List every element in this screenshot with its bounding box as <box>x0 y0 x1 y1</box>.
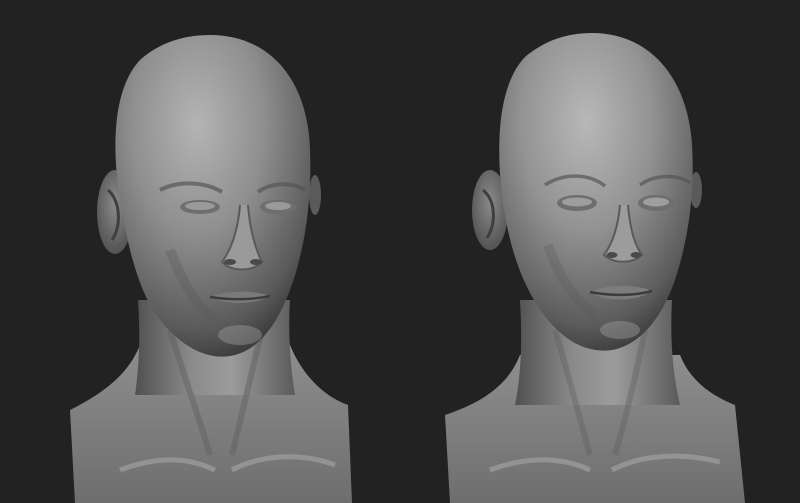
female-bust <box>445 33 745 503</box>
render-canvas <box>70 33 745 503</box>
sculpt-render-viewport <box>0 0 800 503</box>
male-bust <box>70 35 352 503</box>
